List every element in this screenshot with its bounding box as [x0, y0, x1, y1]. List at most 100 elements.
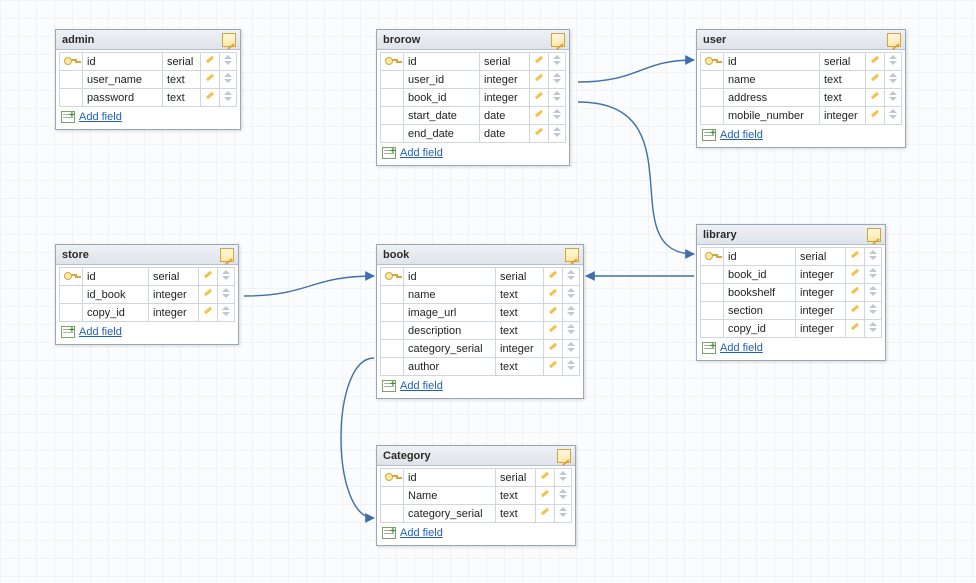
table-user[interactable]: useridserialnametextaddresstextmobile_nu…	[696, 29, 906, 148]
reorder-field-button[interactable]	[865, 284, 882, 302]
edit-field-button[interactable]	[199, 286, 218, 304]
edit-field-button[interactable]	[530, 107, 549, 125]
edit-field-button[interactable]	[544, 322, 563, 340]
edit-field-button[interactable]	[544, 268, 563, 286]
table-header[interactable]: Category	[377, 446, 575, 466]
edit-table-icon[interactable]	[557, 449, 571, 463]
table-header[interactable]: user	[697, 30, 905, 50]
reorder-field-button[interactable]	[885, 53, 902, 71]
table-store[interactable]: storeidserialid_bookintegercopy_idintege…	[55, 244, 239, 345]
table-header[interactable]: admin	[56, 30, 240, 50]
table-category[interactable]: CategoryidserialNametextcategory_serialt…	[376, 445, 576, 546]
reorder-field-button[interactable]	[885, 71, 902, 89]
edit-field-button[interactable]	[846, 320, 865, 338]
reorder-field-button[interactable]	[555, 469, 572, 487]
edit-field-button[interactable]	[201, 53, 220, 71]
reorder-field-button[interactable]	[563, 286, 580, 304]
reorder-field-button[interactable]	[549, 89, 566, 107]
reorder-field-button[interactable]	[563, 322, 580, 340]
reorder-field-button[interactable]	[218, 304, 235, 322]
edit-field-button[interactable]	[846, 248, 865, 266]
edit-field-button[interactable]	[201, 71, 220, 89]
edit-field-button[interactable]	[199, 268, 218, 286]
field-row[interactable]: sectioninteger	[701, 302, 882, 320]
edit-field-button[interactable]	[530, 53, 549, 71]
field-row[interactable]: passwordtext	[60, 89, 237, 107]
field-row[interactable]: start_datedate	[381, 107, 566, 125]
edit-field-button[interactable]	[530, 125, 549, 143]
edit-field-button[interactable]	[846, 284, 865, 302]
edit-field-button[interactable]	[544, 304, 563, 322]
add-field-link[interactable]: Add field	[79, 111, 122, 123]
reorder-field-button[interactable]	[885, 107, 902, 125]
field-row[interactable]: end_datedate	[381, 125, 566, 143]
table-header[interactable]: library	[697, 225, 885, 245]
field-row[interactable]: Nametext	[381, 487, 572, 505]
edit-field-button[interactable]	[846, 266, 865, 284]
reorder-field-button[interactable]	[549, 125, 566, 143]
field-row[interactable]: idserial	[381, 268, 580, 286]
field-row[interactable]: book_idinteger	[381, 89, 566, 107]
edit-field-button[interactable]	[536, 469, 555, 487]
edit-field-button[interactable]	[536, 487, 555, 505]
table-brorow[interactable]: brorow idserialuser_idintegerbook_idinteg…	[376, 29, 570, 166]
edit-table-icon[interactable]	[867, 228, 881, 242]
field-row[interactable]: id_bookinteger	[60, 286, 235, 304]
add-field-link[interactable]: Add field	[79, 326, 122, 338]
field-row[interactable]: user_nametext	[60, 71, 237, 89]
field-row[interactable]: category_serialinteger	[381, 340, 580, 358]
edit-field-button[interactable]	[530, 89, 549, 107]
edit-field-button[interactable]	[544, 358, 563, 376]
field-row[interactable]: book_idinteger	[701, 266, 882, 284]
field-row[interactable]: nametext	[381, 286, 580, 304]
edit-table-icon[interactable]	[551, 33, 565, 47]
edit-field-button[interactable]	[866, 89, 885, 107]
field-row[interactable]: copy_idinteger	[701, 320, 882, 338]
edit-field-button[interactable]	[536, 505, 555, 523]
reorder-field-button[interactable]	[220, 71, 237, 89]
field-row[interactable]: addresstext	[701, 89, 902, 107]
field-row[interactable]: authortext	[381, 358, 580, 376]
edit-field-button[interactable]	[866, 53, 885, 71]
edit-table-icon[interactable]	[887, 33, 901, 47]
field-row[interactable]: idserial	[381, 53, 566, 71]
reorder-field-button[interactable]	[563, 268, 580, 286]
reorder-field-button[interactable]	[865, 302, 882, 320]
field-row[interactable]: idserial	[701, 248, 882, 266]
add-field-link[interactable]: Add field	[720, 129, 763, 141]
field-row[interactable]: nametext	[701, 71, 902, 89]
field-row[interactable]: user_idinteger	[381, 71, 566, 89]
edit-field-button[interactable]	[544, 286, 563, 304]
field-row[interactable]: descriptiontext	[381, 322, 580, 340]
reorder-field-button[interactable]	[218, 268, 235, 286]
field-row[interactable]: bookshelfinteger	[701, 284, 882, 302]
reorder-field-button[interactable]	[220, 53, 237, 71]
edit-field-button[interactable]	[199, 304, 218, 322]
reorder-field-button[interactable]	[549, 107, 566, 125]
field-row[interactable]: category_serialtext	[381, 505, 572, 523]
reorder-field-button[interactable]	[218, 286, 235, 304]
edit-table-icon[interactable]	[565, 248, 579, 262]
table-library[interactable]: library idserialbook_idintegerbookshelfin…	[696, 224, 886, 361]
field-row[interactable]: idserial	[60, 268, 235, 286]
reorder-field-button[interactable]	[220, 89, 237, 107]
table-header[interactable]: brorow	[377, 30, 569, 50]
reorder-field-button[interactable]	[549, 71, 566, 89]
reorder-field-button[interactable]	[563, 340, 580, 358]
reorder-field-button[interactable]	[555, 505, 572, 523]
reorder-field-button[interactable]	[865, 248, 882, 266]
add-field-link[interactable]: Add field	[720, 342, 763, 354]
edit-table-icon[interactable]	[220, 248, 234, 262]
field-row[interactable]: idserial	[60, 53, 237, 71]
reorder-field-button[interactable]	[549, 53, 566, 71]
edit-field-button[interactable]	[866, 107, 885, 125]
add-field-link[interactable]: Add field	[400, 147, 443, 159]
table-admin[interactable]: admin idserialuser_nametextpasswordtext Ad…	[55, 29, 241, 130]
field-row[interactable]: image_urltext	[381, 304, 580, 322]
add-field-link[interactable]: Add field	[400, 380, 443, 392]
edit-field-button[interactable]	[544, 340, 563, 358]
table-book[interactable]: bookidserialnametextimage_urltextdescrip…	[376, 244, 584, 399]
reorder-field-button[interactable]	[555, 487, 572, 505]
reorder-field-button[interactable]	[563, 358, 580, 376]
edit-field-button[interactable]	[201, 89, 220, 107]
